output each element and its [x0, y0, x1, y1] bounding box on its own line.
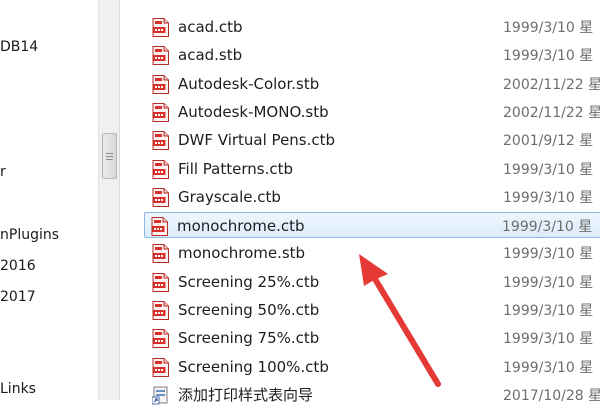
stb-file-icon [152, 103, 170, 122]
nav-item-2016[interactable]: 2016 [0, 257, 36, 275]
ctb-file-icon [152, 358, 170, 377]
file-modified-date: 1999/3/10 星 [503, 360, 594, 376]
thumb-grip-line [106, 156, 113, 157]
nav-pane-scrollbar[interactable] [98, 0, 120, 400]
nav-item-links[interactable]: Links [0, 380, 36, 398]
thumb-grip-line [106, 159, 113, 160]
stb-file-icon [152, 75, 170, 94]
nav-item-2017[interactable]: 2017 [0, 288, 36, 306]
file-name: monochrome.stb [178, 244, 306, 262]
stb-file-icon [152, 46, 170, 65]
file-name: Screening 25%.ctb [178, 273, 320, 291]
file-row[interactable]: DWF Virtual Pens.ctb 2001/9/12 星 [146, 127, 600, 153]
file-name: monochrome.ctb [177, 217, 305, 235]
file-name: Fill Patterns.ctb [178, 160, 294, 178]
file-name: acad.stb [178, 46, 243, 64]
ctb-file-icon [152, 18, 170, 37]
file-modified-date: 1999/3/10 星 [503, 331, 594, 347]
ctb-file-icon [152, 160, 170, 179]
shortcut-icon [151, 386, 170, 405]
thumb-grip-line [106, 153, 113, 154]
ctb-file-icon [151, 217, 169, 236]
nav-item-db14[interactable]: DB14 [0, 38, 38, 56]
file-row[interactable]: Autodesk-Color.stb 2002/11/22 星 [146, 71, 600, 97]
file-name: Autodesk-MONO.stb [178, 103, 329, 121]
file-name: Grayscale.ctb [178, 188, 281, 206]
navigation-pane: DB14 r nPlugins 2016 2017 Links [0, 0, 98, 400]
file-name: Screening 75%.ctb [178, 329, 320, 347]
file-row-selected[interactable]: monochrome.ctb 1999/3/10 星 [144, 212, 600, 238]
file-row[interactable]: monochrome.stb 1999/3/10 星 [146, 240, 600, 266]
file-row[interactable]: Screening 50%.ctb 1999/3/10 星 [146, 297, 600, 323]
file-row[interactable]: Autodesk-MONO.stb 2002/11/22 星 [146, 99, 600, 125]
scrollbar-thumb[interactable] [102, 133, 117, 179]
file-modified-date: 2001/9/12 星 [503, 133, 594, 149]
stb-file-icon [152, 244, 170, 263]
file-modified-date: 1999/3/10 星 [503, 275, 594, 291]
ctb-file-icon [152, 188, 170, 207]
file-row[interactable]: Fill Patterns.ctb 1999/3/10 星 [146, 156, 600, 182]
file-modified-date: 1999/3/10 星 [503, 246, 594, 262]
file-name: acad.ctb [178, 18, 243, 36]
file-modified-date: 1999/3/10 星 [502, 219, 593, 235]
nav-item-r[interactable]: r [0, 163, 6, 181]
file-name: Autodesk-Color.stb [178, 75, 320, 93]
nav-item-plugins[interactable]: nPlugins [0, 226, 59, 244]
file-name: DWF Virtual Pens.ctb [178, 131, 336, 149]
file-modified-date: 2002/11/22 星 [503, 77, 600, 93]
file-modified-date: 1999/3/10 星 [503, 20, 594, 36]
file-row[interactable]: Grayscale.ctb 1999/3/10 星 [146, 184, 600, 210]
file-name: Screening 100%.ctb [178, 358, 329, 376]
file-row[interactable]: acad.ctb 1999/3/10 星 [146, 14, 600, 40]
file-modified-date: 1999/3/10 星 [503, 190, 594, 206]
ctb-file-icon [152, 131, 170, 150]
file-row[interactable]: acad.stb 1999/3/10 星 [146, 42, 600, 68]
file-name: Screening 50%.ctb [178, 301, 320, 319]
file-modified-date: 1999/3/10 星 [503, 162, 594, 178]
ctb-file-icon [152, 329, 170, 348]
ctb-file-icon [152, 273, 170, 292]
file-modified-date: 2002/11/22 星 [503, 105, 600, 121]
file-modified-date: 2017/10/28 星 [503, 388, 600, 404]
file-row[interactable]: Screening 25%.ctb 1999/3/10 星 [146, 269, 600, 295]
ctb-file-icon [152, 301, 170, 320]
file-modified-date: 1999/3/10 星 [503, 48, 594, 64]
file-row[interactable]: Screening 75%.ctb 1999/3/10 星 [146, 325, 600, 351]
file-row[interactable]: Screening 100%.ctb 1999/3/10 星 [146, 354, 600, 380]
file-name: 添加打印样式表向导 [178, 386, 314, 404]
file-row[interactable]: 添加打印样式表向导 2017/10/28 星 [146, 382, 600, 408]
file-modified-date: 1999/3/10 星 [503, 303, 594, 319]
file-list: acad.ctb 1999/3/10 星 acad.stb 1999/3/10 星 Au… [120, 0, 600, 405]
